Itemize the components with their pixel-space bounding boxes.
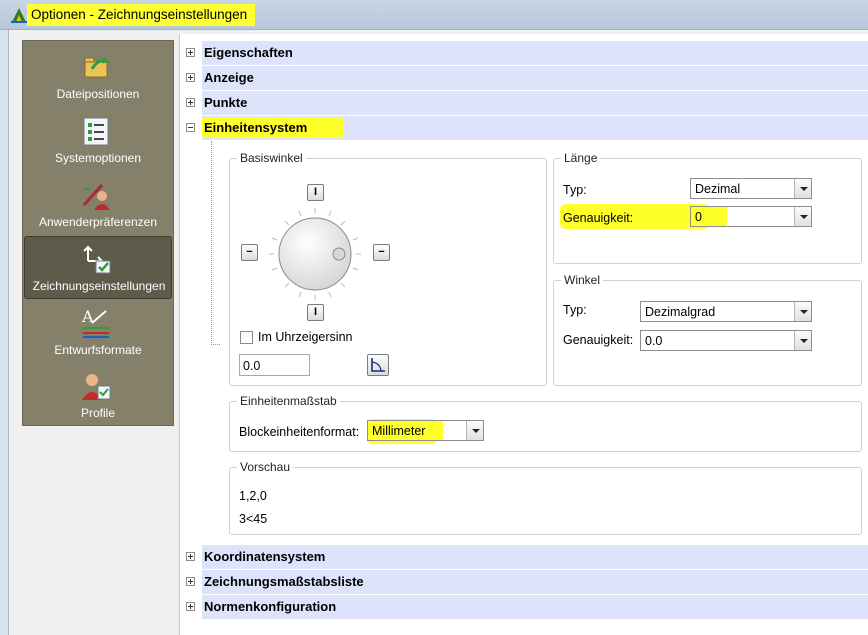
svg-text:A: A	[81, 307, 94, 326]
profiles-icon	[82, 374, 111, 400]
expand-icon[interactable]	[186, 602, 195, 611]
pick-angle-button[interactable]	[367, 354, 389, 376]
pick-angle-icon	[371, 358, 385, 372]
file-locations-icon	[84, 57, 110, 78]
chevron-down-icon	[794, 207, 811, 226]
nav-item-dateipositionen[interactable]: Dateipositionen	[23, 45, 173, 108]
chevron-down-icon	[794, 331, 811, 350]
preview-line-1: 1,2,0	[239, 489, 267, 503]
tree-row-anzeige[interactable]: Anzeige	[202, 66, 868, 90]
angle-type-label: Typ:	[563, 303, 587, 317]
tree-row-normenkonfiguration[interactable]: Normenkonfiguration	[202, 595, 868, 619]
angle-east-button[interactable]: −	[373, 244, 390, 261]
angle-north-button[interactable]: I	[307, 184, 324, 201]
options-window: Dateipositionen Systemoptionen Anwenderp…	[8, 30, 868, 635]
clockwise-label: Im Uhrzeigersinn	[258, 330, 353, 344]
drafting-styles-icon: A	[81, 307, 109, 338]
vorschau-group: Vorschau 1,2,0 3<45	[229, 460, 862, 535]
nav-item-anwenderpraeferenzen[interactable]: Anwenderpräferenzen	[23, 173, 173, 236]
block-units-label: Blockeinheitenformat:	[239, 425, 360, 439]
length-type-select[interactable]: Dezimal	[690, 178, 812, 199]
window-title: Optionen - Zeichnungseinstellungen	[27, 4, 256, 26]
user-preferences-icon	[82, 183, 110, 210]
angle-south-button[interactable]: I	[307, 304, 324, 321]
winkel-group: Winkel Typ: Dezimalgrad Genauigkeit: 0.0	[553, 273, 862, 386]
length-type-label: Typ:	[563, 183, 587, 197]
nav-item-zeichnungseinstellungen[interactable]: Zeichnungseinstellungen	[24, 236, 172, 299]
tree-connector	[211, 344, 220, 345]
system-options-icon	[83, 117, 109, 146]
length-precision-label: Genauigkeit:	[563, 211, 634, 225]
chevron-down-icon	[466, 421, 483, 440]
length-precision-select[interactable]: 0	[690, 206, 812, 227]
expand-icon[interactable]	[186, 48, 195, 57]
tree-connector	[211, 141, 212, 345]
angle-precision-label: Genauigkeit:	[563, 333, 634, 347]
base-angle-input[interactable]: 0.0	[239, 354, 310, 376]
tree-row-zeichnungsmassstabsliste[interactable]: Zeichnungsmaßstabsliste	[202, 570, 868, 594]
expand-icon[interactable]	[186, 577, 195, 586]
collapse-icon[interactable]	[186, 123, 195, 132]
tree-row-eigenschaften[interactable]: Eigenschaften	[202, 41, 868, 65]
options-nav: Dateipositionen Systemoptionen Anwenderp…	[22, 40, 174, 426]
angle-type-select[interactable]: Dezimalgrad	[640, 301, 812, 322]
laenge-group: Länge Typ: Dezimal Genauigkeit: 0	[553, 151, 862, 264]
block-units-select[interactable]: Millimeter	[367, 420, 484, 441]
nav-item-systemoptionen[interactable]: Systemoptionen	[23, 109, 173, 172]
nav-item-entwurfsformate[interactable]: A Entwurfsformate	[23, 301, 173, 364]
basiswinkel-group: Basiswinkel I − − I Im Uhrzeigersinn 0.0	[229, 151, 547, 386]
angle-precision-select[interactable]: 0.0	[640, 330, 812, 351]
einheitenmassstab-group: Einheitenmaßstab Blockeinheitenformat: M…	[229, 394, 862, 452]
nav-item-profile[interactable]: Profile	[23, 364, 173, 427]
tree-row-einheitensystem[interactable]: Einheitensystem	[202, 116, 868, 140]
preview-line-2: 3<45	[239, 512, 268, 526]
angle-west-button[interactable]: −	[241, 244, 258, 261]
angle-dial[interactable]	[268, 207, 362, 301]
drawing-settings-icon	[83, 245, 111, 274]
clockwise-checkbox[interactable]	[240, 331, 253, 344]
expand-icon[interactable]	[186, 552, 195, 561]
tree-row-punkte[interactable]: Punkte	[202, 91, 868, 115]
chevron-down-icon	[794, 302, 811, 321]
chevron-down-icon	[794, 179, 811, 198]
settings-panel: Eigenschaften Anzeige Punkte Einheitensy…	[179, 34, 868, 635]
title-bar: Optionen - Zeichnungseinstellungen	[0, 0, 868, 30]
expand-icon[interactable]	[186, 73, 195, 82]
expand-icon[interactable]	[186, 98, 195, 107]
tree-row-koordinatensystem[interactable]: Koordinatensystem	[202, 545, 868, 569]
app-icon	[11, 8, 27, 23]
